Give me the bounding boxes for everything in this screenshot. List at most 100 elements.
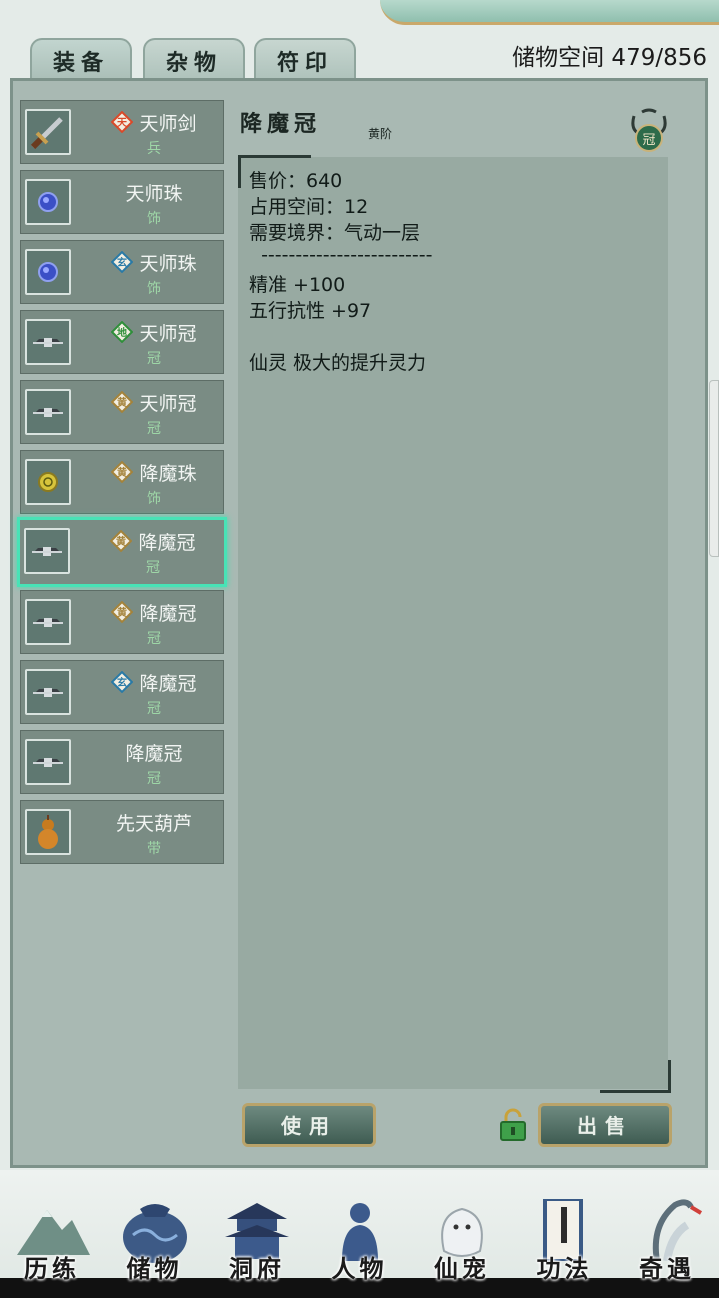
nav-person[interactable]: 人物 bbox=[310, 1195, 410, 1295]
nav-bag[interactable]: 储物 bbox=[105, 1195, 205, 1295]
item-name: 先天葫芦 bbox=[79, 809, 229, 836]
blue-orb-icon bbox=[25, 179, 71, 225]
item-name-text: 先天葫芦 bbox=[115, 813, 192, 835]
item-type: 冠 bbox=[147, 771, 161, 787]
list-item[interactable]: 黄降魔冠冠 bbox=[17, 517, 227, 587]
item-type: 带 bbox=[147, 841, 161, 857]
nav-label: 人物 bbox=[331, 1254, 388, 1283]
grade-badge-icon: 天 bbox=[111, 110, 134, 134]
slot-badge-text: 冠 bbox=[642, 133, 655, 148]
item-name-text: 降魔冠 bbox=[125, 743, 183, 765]
list-item[interactable]: 天天师剑兵 bbox=[20, 100, 224, 164]
detail-line: 五行抗性 +97 bbox=[249, 300, 372, 322]
crown-icon bbox=[25, 739, 71, 785]
nav-pagoda[interactable]: 洞府 bbox=[207, 1195, 307, 1295]
item-type: 冠 bbox=[147, 351, 161, 367]
grade-badge-text: 黄 bbox=[117, 606, 127, 619]
item-type: 饰 bbox=[147, 491, 161, 507]
grade-badge-icon: 黄 bbox=[111, 390, 134, 414]
grade-badge-text: 地 bbox=[117, 326, 127, 339]
item-name: 黄降魔冠 bbox=[79, 599, 229, 626]
crown-slot-icon: 冠 bbox=[626, 108, 672, 154]
item-name: 天天师剑 bbox=[79, 109, 229, 136]
nav-label: 功法 bbox=[536, 1254, 593, 1283]
crown-icon bbox=[24, 528, 70, 574]
nav-book[interactable]: 功法 bbox=[515, 1195, 615, 1295]
item-name-text: 降魔冠 bbox=[138, 532, 196, 554]
item-name: 玄天师珠 bbox=[79, 249, 229, 276]
grade-badge-text: 天 bbox=[117, 117, 128, 129]
nav-label: 历练 bbox=[24, 1254, 80, 1283]
storage-capacity: 储物空间 479/856 bbox=[512, 45, 707, 71]
blue-orb-icon bbox=[25, 249, 71, 295]
item-name-text: 天师珠 bbox=[125, 183, 183, 205]
yellow-orb-icon bbox=[25, 459, 71, 505]
list-item[interactable]: 地天师冠冠 bbox=[20, 310, 224, 374]
item-name: 黄降魔冠 bbox=[78, 528, 228, 555]
tab-equipment[interactable]: 装备 bbox=[30, 38, 132, 82]
item-type: 冠 bbox=[147, 421, 161, 437]
list-item[interactable]: 玄降魔冠冠 bbox=[20, 660, 224, 724]
grade-badge-icon: 玄 bbox=[111, 250, 134, 274]
item-name: 地天师冠 bbox=[79, 319, 229, 346]
nav-label: 仙宠 bbox=[434, 1254, 490, 1283]
item-name-text: 天师冠 bbox=[139, 323, 197, 345]
scroll-handle[interactable] bbox=[709, 380, 719, 557]
item-name-text: 降魔冠 bbox=[139, 603, 197, 625]
grade-badge-text: 黄 bbox=[117, 466, 127, 479]
corner-ornament bbox=[600, 1060, 671, 1093]
crown-icon bbox=[25, 389, 71, 435]
item-name-text: 降魔冠 bbox=[139, 673, 197, 695]
crown-icon bbox=[25, 319, 71, 365]
item-name-text: 天师冠 bbox=[139, 393, 197, 415]
crown-icon bbox=[25, 669, 71, 715]
use-button[interactable]: 使用 bbox=[242, 1103, 376, 1147]
list-item[interactable]: 先天葫芦带 bbox=[20, 800, 224, 864]
item-type: 冠 bbox=[147, 701, 161, 717]
item-name: 降魔冠 bbox=[79, 739, 229, 766]
grade-badge-icon: 黄 bbox=[111, 600, 134, 624]
item-name: 天师珠 bbox=[79, 179, 229, 206]
list-item[interactable]: 黄降魔冠冠 bbox=[20, 590, 224, 654]
nav-mountain[interactable]: 历练 bbox=[2, 1195, 102, 1295]
list-item[interactable]: 降魔冠冠 bbox=[20, 730, 224, 794]
crown-icon bbox=[25, 599, 71, 645]
detail-line: 占用空间：12 bbox=[249, 196, 369, 218]
grade-badge-icon: 玄 bbox=[111, 670, 134, 694]
grade-badge-text: 黄 bbox=[116, 535, 126, 548]
tab-misc[interactable]: 杂物 bbox=[143, 38, 245, 80]
item-type: 饰 bbox=[147, 211, 161, 227]
grade-badge-icon: 黄 bbox=[110, 529, 133, 553]
detail-grade: 黄阶 bbox=[368, 127, 393, 141]
tab-seal[interactable]: 符印 bbox=[254, 38, 356, 80]
item-type: 兵 bbox=[147, 141, 161, 157]
unlock-icon[interactable] bbox=[498, 1108, 528, 1142]
detail-line: 售价：640 bbox=[249, 170, 343, 192]
nav-pet[interactable]: 仙宠 bbox=[412, 1195, 512, 1295]
item-name-text: 降魔珠 bbox=[139, 463, 197, 485]
detail-line: ------------------------- bbox=[249, 244, 433, 266]
grade-badge-text: 玄 bbox=[117, 676, 127, 689]
item-name: 黄天师冠 bbox=[79, 389, 229, 416]
item-type: 饰 bbox=[147, 281, 161, 297]
list-item[interactable]: 天师珠饰 bbox=[20, 170, 224, 234]
nav-crane[interactable]: 奇遇 bbox=[617, 1195, 717, 1295]
item-type: 冠 bbox=[146, 560, 160, 576]
list-item[interactable]: 黄降魔珠饰 bbox=[20, 450, 224, 514]
grade-badge-icon: 地 bbox=[111, 320, 134, 344]
sword-icon bbox=[25, 109, 71, 155]
sell-button[interactable]: 出售 bbox=[538, 1103, 672, 1147]
grade-badge-text: 黄 bbox=[117, 396, 127, 409]
gourd-icon bbox=[25, 809, 71, 855]
nav-label: 储物 bbox=[126, 1254, 183, 1283]
item-name-text: 天师珠 bbox=[139, 253, 197, 275]
grade-badge-text: 玄 bbox=[117, 256, 127, 269]
detail-line: 精准 +100 bbox=[249, 274, 346, 296]
item-name-text: 天师剑 bbox=[139, 113, 197, 135]
nav-label: 奇遇 bbox=[639, 1254, 695, 1283]
top-decoration bbox=[380, 0, 719, 25]
list-item[interactable]: 玄天师珠饰 bbox=[20, 240, 224, 304]
grade-badge-icon: 黄 bbox=[111, 460, 134, 484]
detail-item-name: 降魔冠 bbox=[240, 111, 322, 137]
list-item[interactable]: 黄天师冠冠 bbox=[20, 380, 224, 444]
